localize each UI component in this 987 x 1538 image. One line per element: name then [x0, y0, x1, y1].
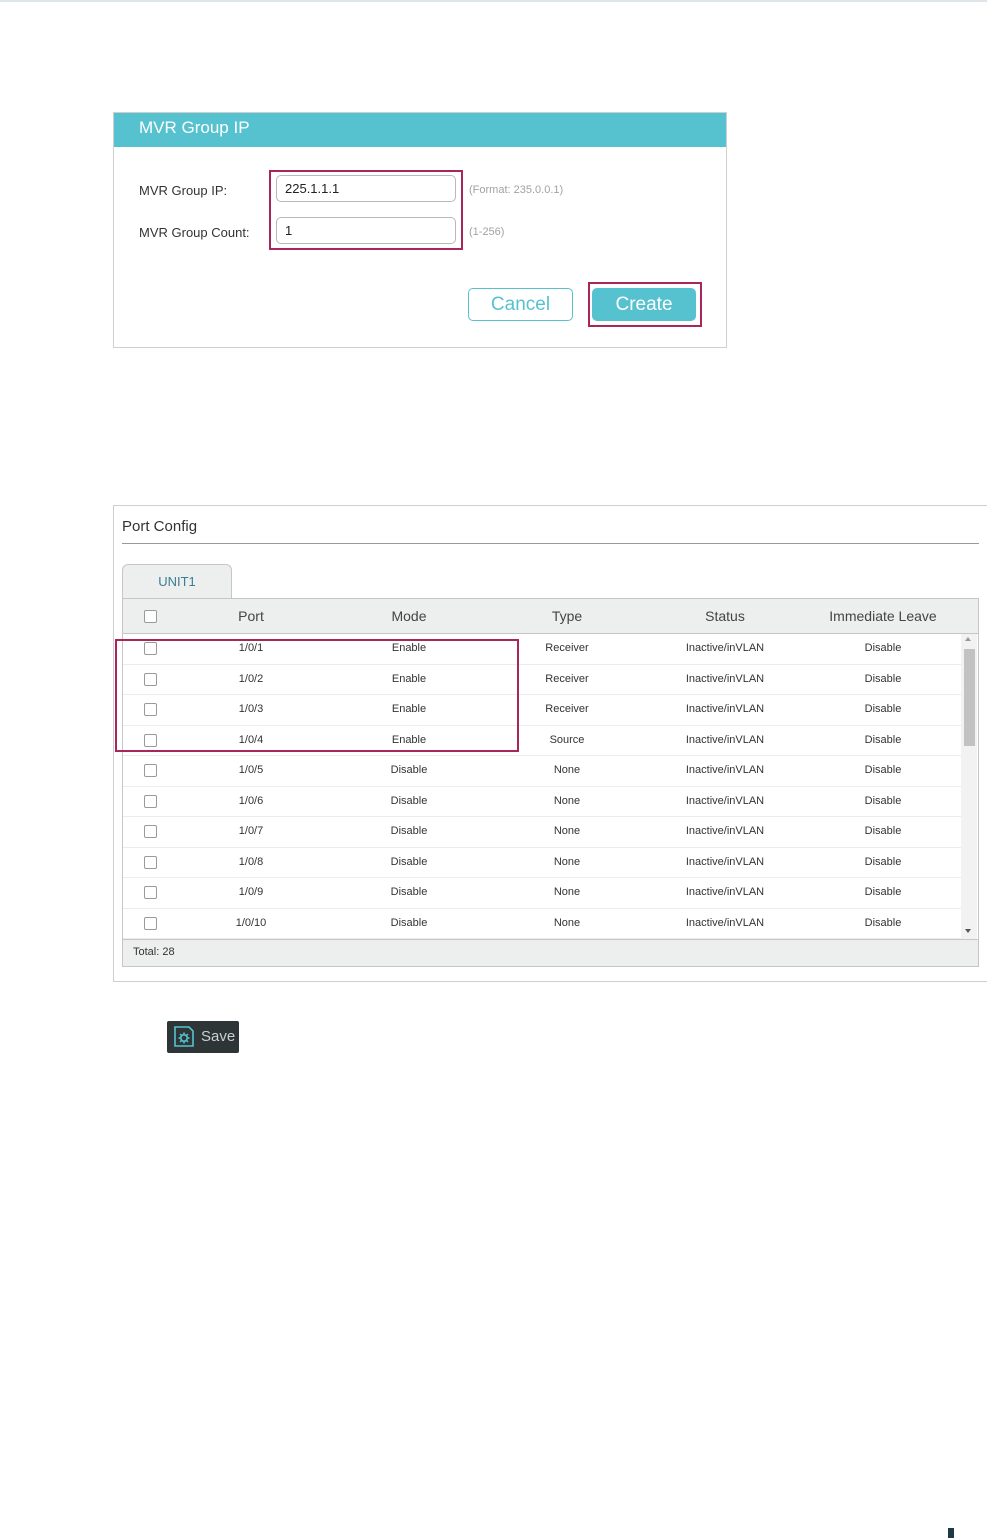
cell-status: Inactive/inVLAN — [685, 672, 765, 685]
cell-status: Inactive/inVLAN — [685, 855, 765, 868]
cell-immediate-leave: Disable — [864, 672, 902, 685]
cell-immediate-leave: Disable — [864, 916, 902, 929]
dialog-title: MVR Group IP — [114, 113, 726, 147]
column-header-status: Status — [705, 608, 745, 624]
table-header: Port Mode Type Status Immediate Leave — [123, 599, 978, 634]
cell-status: Inactive/inVLAN — [685, 703, 765, 715]
select-all-checkbox[interactable] — [144, 610, 157, 623]
cell-port: 1/0/5 — [238, 764, 264, 776]
cell-type: Receiver — [545, 642, 589, 654]
cancel-button[interactable]: Cancel — [468, 288, 573, 321]
row-checkbox[interactable] — [144, 764, 157, 777]
row-checkbox[interactable] — [144, 855, 157, 869]
table-row[interactable]: 1/0/10 Disable None Inactive/inVLAN Disa… — [123, 909, 961, 939]
scroll-down-arrow-icon[interactable] — [965, 929, 971, 933]
save-label: Save — [201, 1028, 236, 1045]
cell-type: None — [553, 794, 581, 807]
inputs-highlight-box — [269, 170, 463, 250]
cell-type: None — [553, 825, 581, 837]
cell-type: None — [553, 855, 581, 868]
cell-mode: Disable — [390, 916, 428, 929]
cell-immediate-leave: Disable — [864, 733, 902, 746]
save-button[interactable]: Save — [167, 1021, 239, 1053]
cell-mode: Disable — [390, 794, 428, 807]
page-corner-mark — [948, 1528, 954, 1538]
table-scrollbar[interactable] — [961, 634, 977, 939]
cell-immediate-leave: Disable — [864, 886, 902, 898]
table-row[interactable]: 1/0/9 Disable None Inactive/inVLAN Disab… — [123, 878, 961, 909]
column-header-type: Type — [551, 608, 583, 624]
cell-type: Source — [549, 733, 585, 746]
cell-type: Receiver — [545, 703, 589, 715]
table-total: Total: 28 — [123, 939, 978, 966]
cell-mode: Disable — [390, 855, 428, 868]
table-row[interactable]: 1/0/8 Disable None Inactive/inVLAN Disab… — [123, 848, 961, 878]
cell-status: Inactive/inVLAN — [685, 794, 765, 807]
table-row[interactable]: 1/0/6 Disable None Inactive/inVLAN Disab… — [123, 787, 961, 817]
cell-mode: Disable — [390, 825, 428, 837]
cell-immediate-leave: Disable — [864, 794, 902, 807]
column-header-port: Port — [238, 608, 264, 624]
group-ip-hint: (Format: 235.0.0.1) — [469, 184, 564, 196]
cell-type: None — [553, 916, 581, 929]
cell-status: Inactive/inVLAN — [685, 764, 765, 776]
table-row[interactable]: 1/0/5 Disable None Inactive/inVLAN Disab… — [123, 756, 961, 787]
cell-port: 1/0/10 — [235, 916, 267, 929]
mvr-group-ip-dialog: MVR Group IP MVR Group IP: (Format: 235.… — [113, 112, 727, 348]
table-row[interactable]: 1/0/7 Disable None Inactive/inVLAN Disab… — [123, 817, 961, 848]
group-ip-label: MVR Group IP: — [139, 183, 228, 198]
cell-type: None — [553, 764, 581, 776]
cell-status: Inactive/inVLAN — [685, 916, 765, 929]
cell-status: Inactive/inVLAN — [685, 886, 765, 898]
cell-mode: Disable — [390, 764, 428, 776]
cell-immediate-leave: Disable — [864, 825, 902, 837]
column-header-immediate-leave: Immediate Leave — [829, 608, 937, 624]
cell-port: 1/0/7 — [238, 825, 264, 837]
panel-title: Port Config — [122, 518, 198, 535]
cell-immediate-leave: Disable — [864, 642, 902, 654]
cell-immediate-leave: Disable — [864, 855, 902, 868]
group-count-hint: (1-256) — [469, 226, 505, 238]
cell-type: None — [553, 886, 581, 898]
cell-status: Inactive/inVLAN — [685, 733, 765, 746]
cell-immediate-leave: Disable — [864, 764, 902, 776]
create-highlight-box — [588, 282, 702, 327]
group-count-label: MVR Group Count: — [139, 225, 250, 240]
row-checkbox[interactable] — [144, 916, 157, 930]
scroll-up-arrow-icon[interactable] — [965, 637, 971, 641]
top-divider — [0, 0, 987, 2]
cell-port: 1/0/6 — [238, 794, 264, 807]
cell-mode: Disable — [390, 886, 428, 898]
cell-type: Receiver — [545, 672, 589, 685]
cell-immediate-leave: Disable — [864, 703, 902, 715]
cell-status: Inactive/inVLAN — [685, 825, 765, 837]
scroll-thumb[interactable] — [964, 649, 975, 746]
row-checkbox[interactable] — [144, 794, 157, 808]
rows-highlight-box — [115, 639, 519, 752]
tab-unit1[interactable]: UNIT1 — [122, 564, 232, 599]
row-checkbox[interactable] — [144, 825, 157, 838]
cell-port: 1/0/9 — [238, 886, 264, 898]
row-checkbox[interactable] — [144, 886, 157, 899]
title-divider — [122, 543, 979, 544]
column-header-mode: Mode — [391, 608, 427, 624]
save-gear-icon — [174, 1026, 194, 1047]
cell-status: Inactive/inVLAN — [685, 642, 765, 654]
cell-port: 1/0/8 — [238, 855, 264, 868]
